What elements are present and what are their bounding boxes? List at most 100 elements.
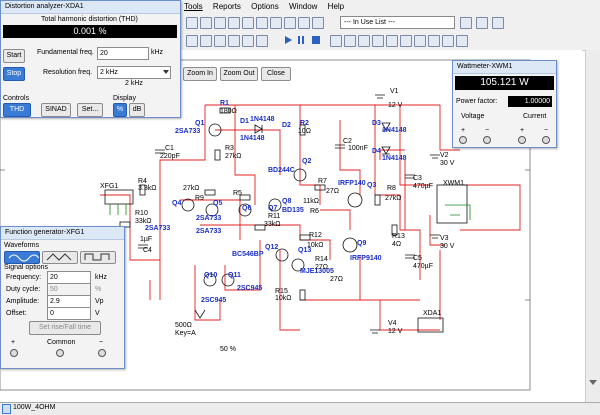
tool-icon[interactable] bbox=[214, 35, 226, 47]
label-bd244c: BD244C bbox=[268, 167, 295, 174]
tool-icon[interactable] bbox=[242, 35, 254, 47]
menu-reports[interactable]: Reports bbox=[209, 0, 245, 13]
function-generator-title[interactable]: Function generator-XFG1 bbox=[1, 227, 124, 240]
frequency-unit: kHz bbox=[95, 274, 108, 281]
menu-tools[interactable]: Tools bbox=[180, 0, 207, 13]
label-r15-value: 10kΩ bbox=[275, 295, 292, 302]
tool-icon[interactable] bbox=[414, 35, 426, 47]
label-c4-value: 1µF bbox=[140, 236, 153, 243]
menu-options[interactable]: Options bbox=[247, 0, 283, 13]
terminal-icon[interactable] bbox=[56, 349, 64, 357]
resolution-freq-sub: 2 kHz bbox=[125, 80, 143, 87]
tool-icon[interactable] bbox=[200, 17, 212, 29]
thd-mode-button[interactable]: THD bbox=[3, 103, 31, 117]
tool-icon[interactable] bbox=[228, 35, 240, 47]
tool-icon[interactable] bbox=[344, 35, 356, 47]
tool-icon[interactable] bbox=[186, 35, 198, 47]
tool-icon[interactable] bbox=[298, 17, 310, 29]
settings-button[interactable]: Set... bbox=[77, 103, 103, 117]
terminal-icon[interactable] bbox=[10, 349, 18, 357]
zoom-in-button[interactable]: Zoom In bbox=[183, 67, 217, 81]
distortion-title[interactable]: Distortion analyzer-XDA1 bbox=[1, 1, 180, 14]
terminal-icon[interactable] bbox=[483, 136, 491, 144]
menu-window[interactable]: Window bbox=[285, 0, 321, 13]
triangle-wave-button[interactable] bbox=[42, 251, 78, 264]
label-r14: R14 bbox=[315, 256, 328, 263]
tool-icon[interactable] bbox=[330, 35, 342, 47]
stop-icon[interactable] bbox=[312, 36, 320, 44]
toolbar-instruments bbox=[180, 32, 600, 51]
label-r3-value: 27kΩ bbox=[225, 153, 242, 160]
amplitude-unit: Vp bbox=[95, 298, 104, 305]
tool-icon[interactable] bbox=[214, 17, 226, 29]
fundamental-freq-input[interactable]: 20 bbox=[97, 47, 149, 60]
offset-unit: V bbox=[95, 310, 100, 317]
tool-icon[interactable] bbox=[442, 35, 454, 47]
percent-button[interactable]: % bbox=[113, 103, 127, 117]
tool-icon[interactable] bbox=[256, 35, 268, 47]
label-2sc945-b: 2SC945 bbox=[237, 285, 263, 292]
label-xwm1: XWM1 bbox=[443, 180, 464, 187]
tool-icon[interactable] bbox=[186, 17, 198, 29]
label-r14-value: 27Ω bbox=[315, 264, 329, 271]
terminal-icon[interactable] bbox=[98, 349, 106, 357]
controls-label: Controls bbox=[3, 95, 30, 102]
tool-icon[interactable] bbox=[428, 35, 440, 47]
db-button[interactable]: dB bbox=[129, 103, 145, 117]
tool-icon[interactable] bbox=[284, 17, 296, 29]
minus-terminal-icon: − bbox=[99, 339, 104, 346]
tool-icon[interactable] bbox=[312, 17, 324, 29]
label-v2: V2 bbox=[440, 152, 449, 159]
in-use-list[interactable]: --- In Use List --- bbox=[340, 16, 455, 29]
label-r3: R3 bbox=[225, 145, 234, 152]
tool-icon[interactable] bbox=[400, 35, 412, 47]
terminal-icon[interactable] bbox=[459, 136, 467, 144]
zoom-out-button[interactable]: Zoom Out bbox=[220, 67, 258, 81]
tool-icon[interactable] bbox=[200, 35, 212, 47]
set-rise-fall-button[interactable]: Set rise/Fall time bbox=[29, 321, 101, 335]
tool-icon[interactable] bbox=[358, 35, 370, 47]
vertical-scrollbar[interactable] bbox=[585, 50, 600, 402]
label-c5: C5 bbox=[413, 255, 422, 262]
current-label: Current bbox=[523, 113, 547, 120]
help-icon[interactable] bbox=[476, 17, 488, 29]
tool-icon[interactable] bbox=[270, 17, 282, 29]
tool-icon[interactable] bbox=[242, 17, 254, 29]
sinad-mode-button[interactable]: SINAD bbox=[41, 103, 71, 117]
pause-icon[interactable] bbox=[298, 36, 300, 44]
label-q6: Q6 bbox=[242, 205, 252, 212]
menu-help[interactable]: Help bbox=[324, 0, 348, 13]
circuit-tab[interactable]: 100W_4OHM bbox=[13, 404, 55, 411]
tool-icon[interactable] bbox=[492, 17, 504, 29]
resolution-freq-select[interactable]: 2 kHz bbox=[97, 66, 171, 79]
stop-button[interactable]: Stop bbox=[3, 67, 25, 81]
label-irfp9140: IRFP9140 bbox=[350, 255, 382, 262]
label-2sa733-a: 2SA733 bbox=[145, 225, 171, 232]
run-icon[interactable] bbox=[285, 36, 292, 44]
current-minus-icon: − bbox=[544, 127, 549, 134]
tool-icon[interactable] bbox=[228, 17, 240, 29]
signal-options-label: Signal options bbox=[4, 264, 48, 271]
square-wave-button[interactable] bbox=[80, 251, 116, 264]
wattmeter-title[interactable]: Wattmeter-XWM1 bbox=[453, 61, 556, 74]
chevron-down-icon[interactable] bbox=[163, 70, 169, 74]
label-v2-value: 30 V bbox=[440, 160, 455, 167]
label-v3-value: 30 V bbox=[440, 243, 455, 250]
tool-icon[interactable] bbox=[460, 17, 472, 29]
close-button[interactable]: Close bbox=[261, 67, 291, 81]
tool-icon[interactable] bbox=[456, 35, 468, 47]
label-d4: D4 bbox=[372, 148, 381, 155]
tool-icon[interactable] bbox=[386, 35, 398, 47]
triangle-wave-icon bbox=[46, 253, 72, 261]
label-c1-value: 220pF bbox=[160, 153, 180, 160]
scroll-down-icon[interactable] bbox=[589, 380, 597, 385]
sine-wave-button[interactable] bbox=[4, 251, 40, 264]
current-plus-icon: + bbox=[520, 127, 525, 134]
offset-input[interactable]: 0 bbox=[47, 307, 91, 320]
terminal-icon[interactable] bbox=[518, 136, 526, 144]
start-button[interactable]: Start bbox=[3, 49, 25, 63]
voltage-minus-icon: − bbox=[485, 127, 490, 134]
tool-icon[interactable] bbox=[256, 17, 268, 29]
tool-icon[interactable] bbox=[372, 35, 384, 47]
terminal-icon[interactable] bbox=[542, 136, 550, 144]
